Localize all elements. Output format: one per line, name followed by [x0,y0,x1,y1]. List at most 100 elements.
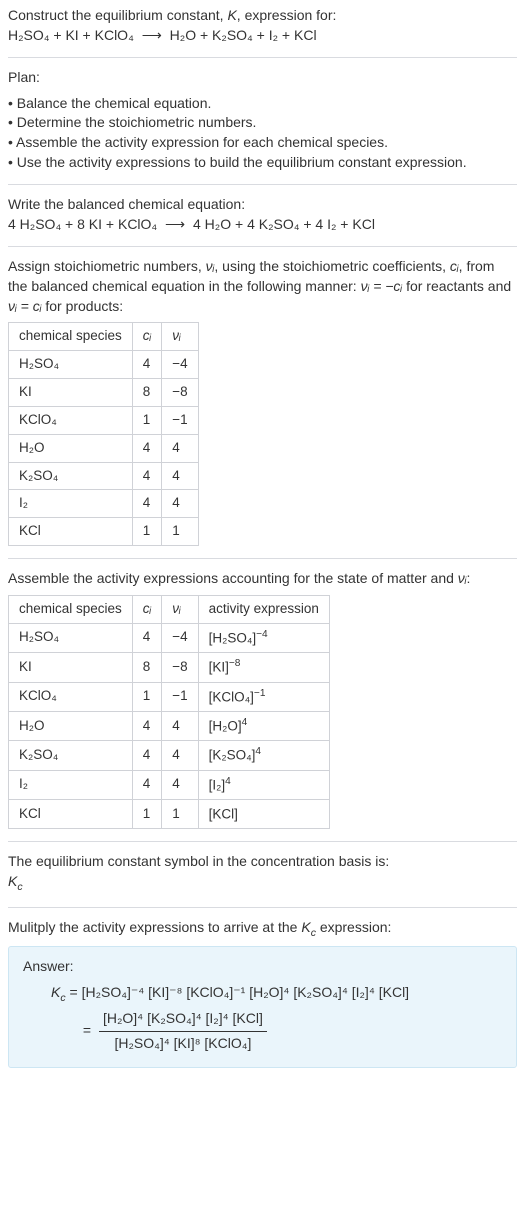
equals-sign: = [79,1022,95,1038]
cell-species: I₂ [9,490,133,518]
multiply-line: Mulitply the activity expressions to arr… [8,918,517,940]
activity-exp: 4 [242,717,248,728]
cell-activity: [KI]−8 [198,653,329,682]
col-nui: νᵢ [162,323,198,351]
cell-nui: −1 [162,406,198,434]
kc-flat-value: [H₂SO₄]⁻⁴ [KI]⁻⁸ [KClO₄]⁻¹ [H₂O]⁴ [K₂SO₄… [82,984,410,1000]
cell-activity: [KCl] [198,800,329,829]
cell-nui: −4 [162,623,198,652]
cell-species: H₂O [9,711,133,740]
unbalanced-lhs: H₂SO₄ + KI + KClO₄ [8,27,134,43]
section-activity: Assemble the activity expressions accoun… [8,558,517,841]
cell-ci: 4 [132,462,161,490]
multiply-text: Mulitply the activity expressions to arr… [8,919,301,935]
table-row: KI8−8[KI]−8 [9,653,330,682]
activity-base: [I₂] [209,777,226,792]
table-header-row: chemical species cᵢ νᵢ [9,323,199,351]
cell-ci: 1 [132,800,161,829]
stoich-table: chemical species cᵢ νᵢ H₂SO₄4−4 KI8−8 KC… [8,322,199,546]
plan-item: Assemble the activity expression for eac… [8,133,517,153]
cell-species: H₂O [9,434,133,462]
activity-intro: Assemble the activity expressions accoun… [8,569,517,589]
balanced-label: Write the balanced chemical equation: [8,195,517,215]
cell-nui: −1 [162,682,198,711]
heading-prefix: Construct the equilibrium constant, [8,7,227,23]
activity-base: [KClO₄] [209,689,254,704]
col-ci: cᵢ [132,595,161,623]
stoich-text: for products: [41,298,123,314]
cell-nui: 4 [162,434,198,462]
cell-ci: 1 [132,406,161,434]
activity-base: [KCl] [209,807,238,822]
section-balanced: Write the balanced chemical equation: 4 … [8,184,517,246]
cell-species: H₂SO₄ [9,351,133,379]
unbalanced-rhs: H₂O + K₂SO₄ + I₂ + KCl [170,27,317,43]
cell-activity: [I₂]4 [198,770,329,799]
cell-nui: 1 [162,800,198,829]
cell-nui: 4 [162,490,198,518]
stoich-text: Assign stoichiometric numbers, [8,258,206,274]
table-row: KCl11 [9,518,199,546]
cell-activity: [H₂SO₄]−4 [198,623,329,652]
plan-label: Plan: [8,68,517,88]
fraction-numerator: [H₂O]⁴ [K₂SO₄]⁴ [I₂]⁴ [KCl] [99,1009,267,1031]
cell-activity: [K₂SO₄]4 [198,741,329,770]
col-species: chemical species [9,323,133,351]
heading-K: K [227,7,236,23]
section-symbol: The equilibrium constant symbol in the c… [8,841,517,906]
activity-base: [KI] [209,660,229,675]
col-activity: activity expression [198,595,329,623]
cell-nui: −8 [162,378,198,406]
activity-exp: 4 [255,746,261,757]
table-header-row: chemical species cᵢ νᵢ activity expressi… [9,595,330,623]
table-row: K₂SO₄44 [9,462,199,490]
reaction-arrow: ⟶ [161,216,189,232]
rel2: νᵢ = cᵢ [8,298,41,314]
stoich-intro-text: Assign stoichiometric numbers, νᵢ, using… [8,257,517,316]
table-row: H₂O 4 4[H₂O]4 [9,711,330,740]
cell-ci: 4 [132,351,161,379]
activity-exp: −4 [256,629,268,640]
kc-symbol: Kc [8,872,517,894]
activity-text: : [467,570,471,586]
section-intro: Construct the equilibrium constant, K, e… [8,6,517,57]
kc-base: K [8,873,17,889]
col-nui: νᵢ [162,595,198,623]
col-ci: cᵢ [132,323,161,351]
cell-activity: [KClO₄]−1 [198,682,329,711]
cell-ci: 1 [132,682,161,711]
kc-expression-flat: Kc = [H₂SO₄]⁻⁴ [KI]⁻⁸ [KClO₄]⁻¹ [H₂O]⁴ [… [51,983,502,1005]
balanced-equation: 4 H₂SO₄ + 8 KI + KClO₄ ⟶ 4 H₂O + 4 K₂SO₄… [8,215,517,235]
unbalanced-equation: H₂SO₄ + KI + KClO₄ ⟶ H₂O + K₂SO₄ + I₂ + … [8,26,517,46]
cell-species: K₂SO₄ [9,741,133,770]
table-row: K₂SO₄44[K₂SO₄]4 [9,741,330,770]
cell-species: KClO₄ [9,682,133,711]
cell-nui: −4 [162,351,198,379]
balanced-rhs: 4 H₂O + 4 K₂SO₄ + 4 I₂ + KCl [193,216,375,232]
cell-species: KCl [9,518,133,546]
cell-ci: 8 [132,653,161,682]
page: Construct the equilibrium constant, K, e… [0,0,525,1096]
kc-expression-fraction: = [H₂O]⁴ [K₂SO₄]⁴ [I₂]⁴ [KCl] [H₂SO₄]⁴ [… [51,1009,502,1053]
activity-base: [H₂SO₄] [209,630,257,645]
kc-sub: c [17,881,22,893]
cell-activity: [H₂O]4 [198,711,329,740]
cell-species: KClO₄ [9,406,133,434]
cell-nui: 4 [162,462,198,490]
cell-ci: 1 [132,518,161,546]
cell-species: K₂SO₄ [9,462,133,490]
cell-species: KCl [9,800,133,829]
table-row: KClO₄1−1 [9,406,199,434]
section-answer: Mulitply the activity expressions to arr… [8,907,517,1081]
plan-bullets: Balance the chemical equation. Determine… [8,94,517,172]
cell-species: KI [9,653,133,682]
cell-nui: 1 [162,518,198,546]
kc-base: K [301,919,310,935]
cell-nui: 4 [162,711,198,740]
activity-base: [K₂SO₄] [209,748,256,763]
heading-suffix: , expression for: [237,7,337,23]
multiply-text: expression: [316,919,391,935]
activity-table: chemical species cᵢ νᵢ activity expressi… [8,595,330,830]
stoich-text: , using the stoichiometric coefficients, [214,258,450,274]
stoich-text: for reactants and [402,278,511,294]
